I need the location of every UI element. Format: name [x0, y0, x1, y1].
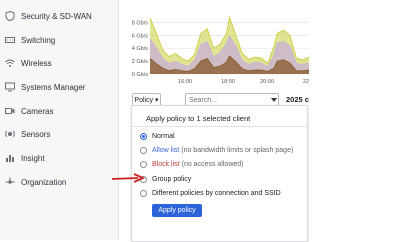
switch-icon	[5, 35, 15, 45]
monitor-icon	[5, 82, 15, 92]
sidebar-item-label: Cameras	[21, 106, 54, 116]
search-input[interactable]	[186, 95, 269, 105]
sensor-icon	[5, 129, 15, 139]
divider	[132, 126, 307, 127]
y-tick-label: 2 Gb/s	[132, 59, 148, 65]
sidebar-item-label: Security & SD-WAN	[21, 11, 92, 21]
network-icon	[5, 177, 15, 187]
y-tick-label: 0 Gb/s	[132, 72, 148, 78]
radio-button[interactable]	[140, 189, 147, 197]
y-tick-label: 4 Gb/s	[132, 46, 148, 52]
sidebar-item-label: Insight	[21, 153, 45, 163]
y-tick-label: 6 Gb/s	[132, 33, 148, 39]
sidebar-item-label: Switching	[21, 35, 56, 45]
x-tick-label: 22	[303, 79, 309, 85]
option-description: (no bandwidth limits or splash page)	[181, 146, 294, 154]
sidebar-item-organization[interactable]: Organization	[0, 172, 118, 192]
x-tick-label: 16:00	[178, 79, 192, 85]
radio-button[interactable]	[140, 160, 147, 168]
radio-button[interactable]	[140, 146, 147, 154]
wifi-icon	[5, 58, 15, 68]
policy-option-block-list[interactable]: Block list (no access allowed)	[140, 159, 244, 169]
annotation-arrow-icon	[111, 173, 146, 183]
sidebar-item-switching[interactable]: Switching	[0, 30, 118, 50]
sidebar-item-sensors[interactable]: Sensors	[0, 124, 118, 144]
x-tick-label: 20:00	[260, 79, 274, 85]
apply-policy-button[interactable]: Apply policy	[152, 204, 202, 217]
radio-button[interactable]	[140, 132, 147, 140]
sidebar-item-security-sd-wan[interactable]: Security & SD-WAN	[0, 6, 118, 26]
sidebar-item-cameras[interactable]: Cameras	[0, 101, 118, 121]
option-label: Group policy	[152, 175, 192, 183]
block-list-link[interactable]: Block list	[152, 161, 180, 168]
popup-title: Apply policy to 1 selected client	[146, 114, 251, 123]
shield-icon	[5, 11, 15, 21]
policy-option-normal[interactable]: Normal	[140, 131, 175, 141]
camera-icon	[5, 106, 15, 116]
sidebar-item-wireless[interactable]: Wireless	[0, 53, 118, 73]
sidebar-item-label: Wireless	[21, 58, 52, 68]
sidebar-item-systems-manager[interactable]: Systems Manager	[0, 77, 118, 97]
policy-option-different-policies[interactable]: Different policies by connection and SSI…	[140, 188, 281, 198]
x-tick-label: 18:00	[221, 79, 235, 85]
apply-policy-popup: Apply policy to 1 selected client Normal…	[131, 105, 308, 242]
option-label: Normal	[152, 132, 175, 140]
chevron-down-icon[interactable]	[271, 98, 277, 102]
usage-chart: 8 Gb/s 6 Gb/s 4 Gb/s 2 Gb/s 0 Gb/s 16:00 18:00…	[132, 15, 309, 85]
sidebar: Security & SD-WAN Switching Wireless Sys…	[0, 0, 119, 240]
sidebar-item-label: Sensors	[21, 129, 51, 139]
sidebar-item-label: Systems Manager	[21, 82, 86, 92]
main-content: 8 Gb/s 6 Gb/s 4 Gb/s 2 Gb/s 0 Gb/s 16:00 18:00…	[119, 0, 400, 242]
sidebar-item-insight[interactable]: Insight	[0, 148, 118, 168]
bar-chart-icon	[5, 153, 15, 163]
policy-option-group-policy[interactable]: Group policy	[140, 174, 191, 184]
option-description: (no access allowed)	[181, 160, 244, 168]
client-count: 2025 c	[286, 95, 309, 104]
policy-option-allow-list[interactable]: Allow list (no bandwidth limits or splas…	[140, 145, 293, 155]
y-tick-label: 8 Gb/s	[132, 20, 148, 26]
sidebar-item-label: Organization	[21, 177, 67, 187]
option-label: Different policies by connection and SSI…	[152, 189, 281, 197]
allow-list-link[interactable]: Allow list	[152, 147, 179, 154]
